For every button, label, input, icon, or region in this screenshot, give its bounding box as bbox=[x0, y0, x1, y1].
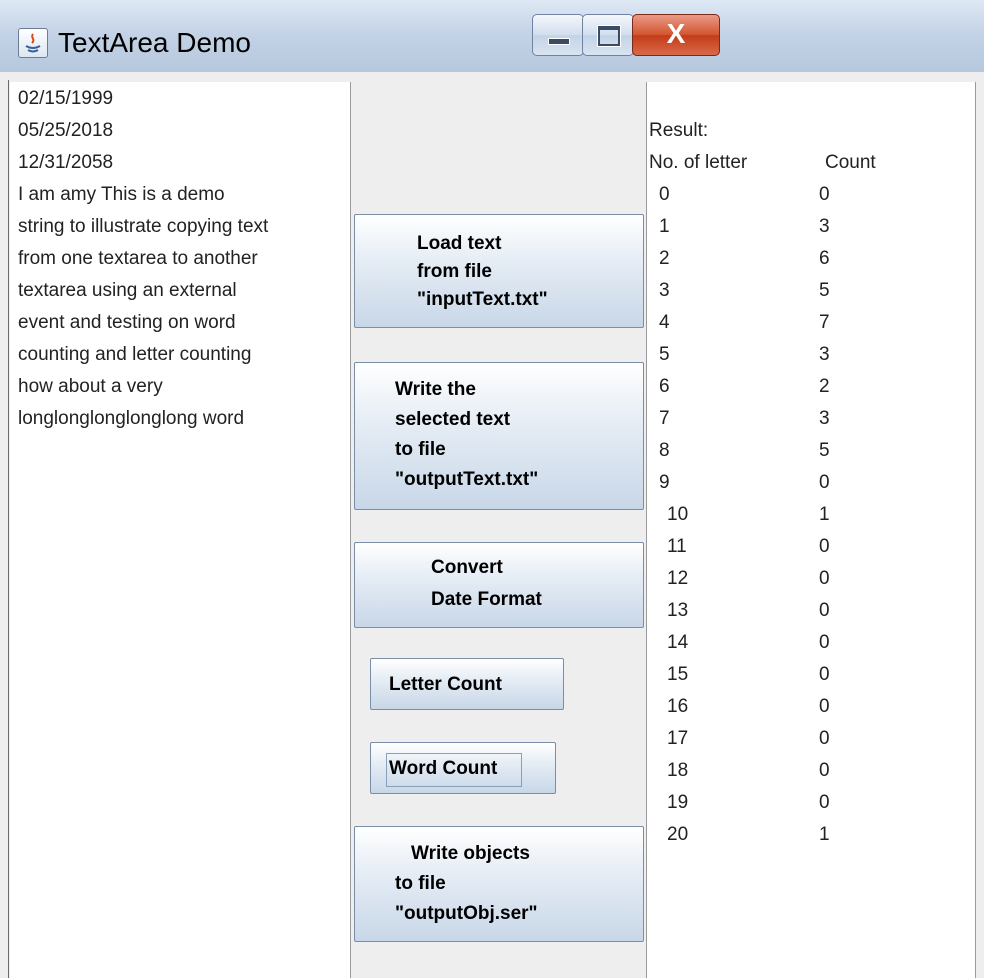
row-letter: 12 bbox=[667, 568, 689, 589]
load-text-button[interactable]: Load text from file "inputText.txt" bbox=[354, 214, 644, 328]
textarea-line: I am amy This is a demo bbox=[18, 184, 225, 205]
maximize-button[interactable] bbox=[582, 14, 634, 56]
column-header-count: Count bbox=[825, 152, 876, 173]
row-letter: 16 bbox=[667, 696, 689, 717]
row-letter: 11 bbox=[667, 536, 687, 557]
write-selected-text-button[interactable]: Write the selected text to file "outputT… bbox=[354, 362, 644, 510]
close-icon: X bbox=[666, 18, 686, 49]
minimize-button[interactable] bbox=[532, 14, 584, 56]
result-textarea[interactable]: Result: No. of letter Count 0 0 1 3 2 6 … bbox=[646, 82, 976, 978]
textarea-line: longlonglonglonglong word bbox=[18, 408, 245, 429]
row-letter: 13 bbox=[667, 600, 689, 621]
textarea-line: 05/25/2018 bbox=[18, 120, 114, 141]
button-label: Write the bbox=[395, 379, 476, 400]
row-count: 0 bbox=[819, 536, 830, 557]
row-count: 2 bbox=[819, 376, 830, 397]
row-letter: 4 bbox=[659, 312, 670, 333]
row-count: 0 bbox=[819, 632, 830, 653]
row-count: 3 bbox=[819, 408, 830, 429]
textarea-line: string to illustrate copying text bbox=[18, 216, 269, 237]
write-objects-button[interactable]: Write objects to file "outputObj.ser" bbox=[354, 826, 644, 942]
button-label: "outputText.txt" bbox=[395, 469, 539, 490]
row-count: 0 bbox=[819, 760, 830, 781]
window-title: TextArea Demo bbox=[58, 27, 251, 58]
textarea-line: counting and letter counting bbox=[18, 344, 252, 365]
row-count: 0 bbox=[819, 792, 830, 813]
button-label: Letter Count bbox=[389, 674, 502, 695]
button-label: Convert bbox=[431, 557, 503, 578]
row-count: 1 bbox=[819, 824, 830, 845]
textarea-line: textarea using an external bbox=[18, 280, 237, 301]
row-count: 0 bbox=[819, 600, 830, 621]
result-title: Result: bbox=[649, 120, 709, 141]
focus-indicator bbox=[386, 753, 522, 787]
row-count: 7 bbox=[819, 312, 830, 333]
button-label: to file bbox=[395, 873, 446, 894]
input-textarea[interactable]: 02/15/1999 05/25/2018 12/31/2058 I am am… bbox=[10, 82, 351, 978]
close-button[interactable]: X bbox=[632, 14, 720, 56]
button-label: Write objects bbox=[411, 843, 530, 864]
row-letter: 8 bbox=[659, 440, 670, 461]
row-letter: 0 bbox=[659, 184, 670, 205]
row-count: 3 bbox=[819, 344, 830, 365]
title-bar[interactable]: TextArea Demo X bbox=[0, 0, 984, 72]
row-count: 6 bbox=[819, 248, 830, 269]
row-count: 5 bbox=[819, 440, 830, 461]
button-label: selected text bbox=[395, 409, 511, 430]
minimize-icon bbox=[548, 38, 570, 45]
button-label: from file bbox=[417, 261, 492, 282]
row-letter: 14 bbox=[667, 632, 689, 653]
row-letter: 17 bbox=[667, 728, 689, 749]
row-letter: 6 bbox=[659, 376, 670, 397]
textarea-line: how about a very bbox=[18, 376, 163, 397]
row-letter: 18 bbox=[667, 760, 689, 781]
textarea-line: 12/31/2058 bbox=[18, 152, 114, 173]
textarea-line: event and testing on word bbox=[18, 312, 236, 333]
button-label: "outputObj.ser" bbox=[395, 903, 538, 924]
letter-count-button[interactable]: Letter Count bbox=[370, 658, 564, 710]
row-count: 0 bbox=[819, 664, 830, 685]
button-label: Load text bbox=[417, 233, 502, 254]
column-header-letters: No. of letter bbox=[649, 152, 748, 173]
row-count: 0 bbox=[819, 568, 830, 589]
row-count: 1 bbox=[819, 504, 830, 525]
row-letter: 7 bbox=[659, 408, 670, 429]
row-letter: 1 bbox=[659, 216, 670, 237]
row-letter: 9 bbox=[659, 472, 670, 493]
row-count: 3 bbox=[819, 216, 830, 237]
textarea-line: 02/15/1999 bbox=[18, 88, 114, 109]
app-window: TextArea Demo X 02/15/1999 05/25/2018 12… bbox=[0, 0, 984, 978]
row-count: 5 bbox=[819, 280, 830, 301]
row-count: 0 bbox=[819, 728, 830, 749]
maximize-icon bbox=[597, 25, 621, 47]
button-label: Date Format bbox=[431, 589, 542, 610]
button-label: to file bbox=[395, 439, 446, 460]
row-count: 0 bbox=[819, 696, 830, 717]
row-count: 0 bbox=[819, 184, 830, 205]
row-letter: 2 bbox=[659, 248, 670, 269]
row-letter: 19 bbox=[667, 792, 689, 813]
java-app-icon[interactable] bbox=[18, 28, 48, 58]
textarea-line: from one textarea to another bbox=[18, 248, 258, 269]
row-letter: 3 bbox=[659, 280, 670, 301]
button-label: "inputText.txt" bbox=[417, 289, 548, 310]
row-letter: 15 bbox=[667, 664, 689, 685]
row-letter: 20 bbox=[667, 824, 689, 845]
convert-date-format-button[interactable]: Convert Date Format bbox=[354, 542, 644, 628]
row-letter: 10 bbox=[667, 504, 689, 525]
row-count: 0 bbox=[819, 472, 830, 493]
row-letter: 5 bbox=[659, 344, 670, 365]
